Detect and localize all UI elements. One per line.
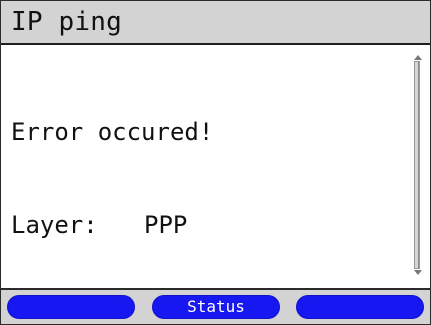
layer-label: Layer:	[11, 211, 98, 239]
vertical-scrollbar[interactable]	[413, 55, 423, 275]
left-softkey-button[interactable]	[7, 295, 135, 319]
softkey-bar: Status	[1, 288, 430, 324]
right-softkey-button[interactable]	[296, 295, 424, 319]
title-bar: IP ping	[1, 1, 430, 45]
message-text: Error occured! Layer: PPP	[11, 55, 213, 303]
status-button[interactable]: Status	[152, 295, 280, 319]
layer-row: Layer: PPP	[11, 210, 213, 241]
screen-title: IP ping	[11, 7, 122, 37]
error-message: Error occured!	[11, 118, 214, 146]
ping-screen: IP ping Error occured! Layer: PPP Status	[0, 0, 431, 325]
scroll-down-arrow-icon[interactable]	[414, 270, 422, 275]
scroll-track[interactable]	[414, 61, 420, 269]
scroll-thumb[interactable]	[415, 62, 419, 268]
scroll-up-arrow-icon[interactable]	[414, 55, 422, 60]
message-panel: Error occured! Layer: PPP	[1, 45, 430, 288]
layer-value: PPP	[144, 211, 188, 239]
